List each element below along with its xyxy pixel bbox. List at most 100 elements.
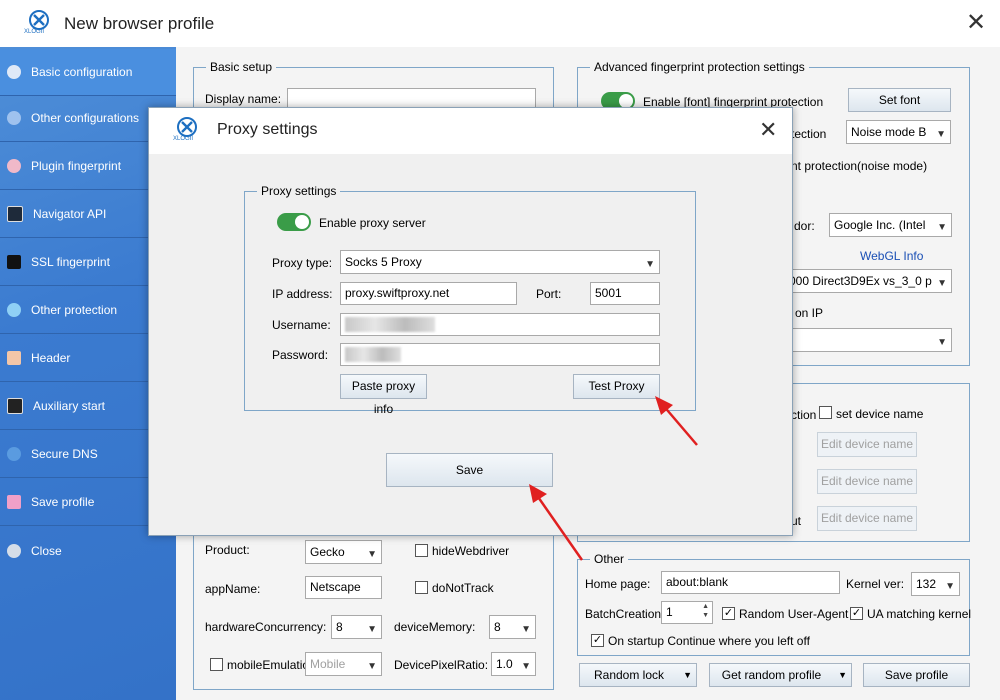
product-select[interactable]: Gecko ▼ [305,540,382,564]
port-input[interactable]: 5001 [590,282,660,305]
dialog-title-bar: XLOGII Proxy settings ✕ [149,108,792,154]
appname-input[interactable]: Netscape [305,576,382,599]
save-profile-button[interactable]: Save profile [863,663,970,687]
password-input[interactable] [340,343,660,366]
device-pixel-ratio-value: 1.0 [496,657,513,671]
set-font-button[interactable]: Set font [848,88,951,112]
chevron-down-icon: ▼ [645,259,655,270]
lock-icon [7,255,21,269]
get-random-profile-button[interactable]: Get random profile ▼ [709,663,852,687]
basic-setup-legend: Basic setup [210,60,273,74]
device-pixel-ratio-select[interactable]: 1.0 ▼ [491,652,536,676]
ip-address-input[interactable]: proxy.swiftproxy.net [340,282,517,305]
save-button[interactable]: Save [386,453,553,487]
hide-webdriver-label: hideWebdriver [432,544,510,558]
sidebar-item-label: SSL fingerprint [31,255,110,269]
kernel-version-label: Kernel ver: [846,577,905,591]
chevron-down-icon: ▼ [937,222,947,233]
sidebar-item-label: Plugin fingerprint [31,159,122,173]
port-label: Port: [536,287,562,301]
startup-continue-checkbox[interactable]: ✓ [591,634,604,647]
edit-device-name-button-2[interactable]: Edit device name [817,469,917,494]
webgl-renderer-select[interactable]: 000 Direct3D9Ex vs_3_0 p ▼ [784,269,952,293]
username-label: Username: [272,318,331,332]
window-title: New browser profile [64,14,215,33]
paste-proxy-info-button[interactable]: Paste proxy info [340,374,427,416]
close-icon [7,543,21,558]
hide-webdriver-checkbox[interactable] [415,544,428,557]
header-icon [7,351,21,365]
product-label: Product: [205,543,250,557]
chevron-down-icon: ▼ [936,129,946,140]
webgl-vendor-label: dor: [794,219,815,233]
compass-icon [7,65,21,79]
plugin-icon [7,159,21,173]
window-close-icon[interactable]: ✕ [966,11,986,35]
sidebar-item-label: Auxiliary start [33,399,106,413]
ua-matching-kernel-checkbox[interactable]: ✓ [850,607,863,620]
proxy-type-select[interactable]: Socks 5 Proxy ▼ [340,250,660,274]
dns-icon [7,447,21,461]
test-proxy-button[interactable]: Test Proxy [573,374,660,399]
enable-proxy-label: Enable proxy server [319,216,426,230]
appname-label: appName: [205,582,261,596]
webgl-vendor-select[interactable]: Google Inc. (Intel ▼ [829,213,952,237]
proxy-type-label: Proxy type: [272,256,333,270]
webgl-info-link[interactable]: WebGL Info [860,249,923,263]
device-memory-select[interactable]: 8 ▼ [489,615,536,639]
hardware-concurrency-select[interactable]: 8 ▼ [331,615,382,639]
proxy-type-value: Socks 5 Proxy [345,255,422,269]
webgl-vendor-value: Google Inc. (Intel [834,218,926,232]
advanced-fingerprint-legend: Advanced fingerprint protection settings [594,60,805,74]
stepper-arrows-icon[interactable]: ▲ ▼ [702,602,709,620]
chevron-down-icon[interactable]: ▼ [683,664,692,686]
chrome-icon [7,111,21,125]
batch-creation-value: 1 [666,605,673,619]
ip-select[interactable]: ▼ [784,328,952,352]
tection-label: tection [791,127,827,141]
set-device-name-checkbox[interactable] [819,406,832,419]
chevron-down-icon: ▼ [367,549,377,560]
chevron-down-icon: ▼ [367,661,377,672]
noise-mode-select[interactable]: Noise mode B ▼ [846,120,951,144]
noise-mode-value: Noise mode B [851,125,927,139]
password-label: Password: [272,348,329,362]
chevron-down-icon: ▼ [945,581,955,592]
hardware-concurrency-value: 8 [336,620,343,634]
chevron-down-icon: ▼ [937,337,947,348]
sidebar-item-label: Navigator API [33,207,107,221]
set-device-name-label: set device name [836,407,924,421]
batch-creation-label: BatchCreation: [585,607,665,621]
edit-device-name-button-1[interactable]: Edit device name [817,432,917,457]
username-input[interactable] [340,313,660,336]
other-legend: Other [594,552,625,566]
random-user-agent-label: Random User-Agent [739,607,849,621]
logo-text: XLOGII [24,29,45,35]
batch-creation-stepper[interactable]: 1 ▲ ▼ [661,601,713,624]
home-page-input[interactable]: about:blank [661,571,840,594]
api-icon [7,206,23,222]
enable-proxy-toggle[interactable] [277,213,311,231]
mobile-emulation-select[interactable]: Mobile ▼ [305,652,382,676]
dialog-close-icon[interactable]: ✕ [759,119,777,141]
display-name-label: Display name: [205,92,282,106]
redacted-password [345,347,401,362]
sidebar-item-basic-configuration[interactable]: Basic configuration [0,49,176,96]
title-bar: XLOGII New browser profile ✕ [0,0,1000,47]
kernel-version-select[interactable]: 132 ▼ [911,572,960,596]
ip-address-label: IP address: [272,287,333,301]
random-user-agent-checkbox[interactable]: ✓ [722,607,735,620]
chevron-down-icon: ▼ [367,624,377,635]
dialog-logo-text: XLOGII [173,136,194,142]
chevron-down-icon[interactable]: ▼ [838,664,847,686]
shield-icon [7,303,21,317]
based-on-ip-label: on IP [795,306,824,320]
device-pixel-ratio-label: DevicePixelRatio: [394,658,489,672]
device-protection-label: ction [791,408,817,422]
edit-device-name-button-3[interactable]: Edit device name [817,506,917,531]
redacted-username [345,317,435,332]
cmd-icon [7,398,23,414]
donottrack-checkbox[interactable] [415,581,428,594]
random-lock-button[interactable]: Random lock ▼ [579,663,697,687]
mobile-emulation-checkbox[interactable] [210,658,223,671]
